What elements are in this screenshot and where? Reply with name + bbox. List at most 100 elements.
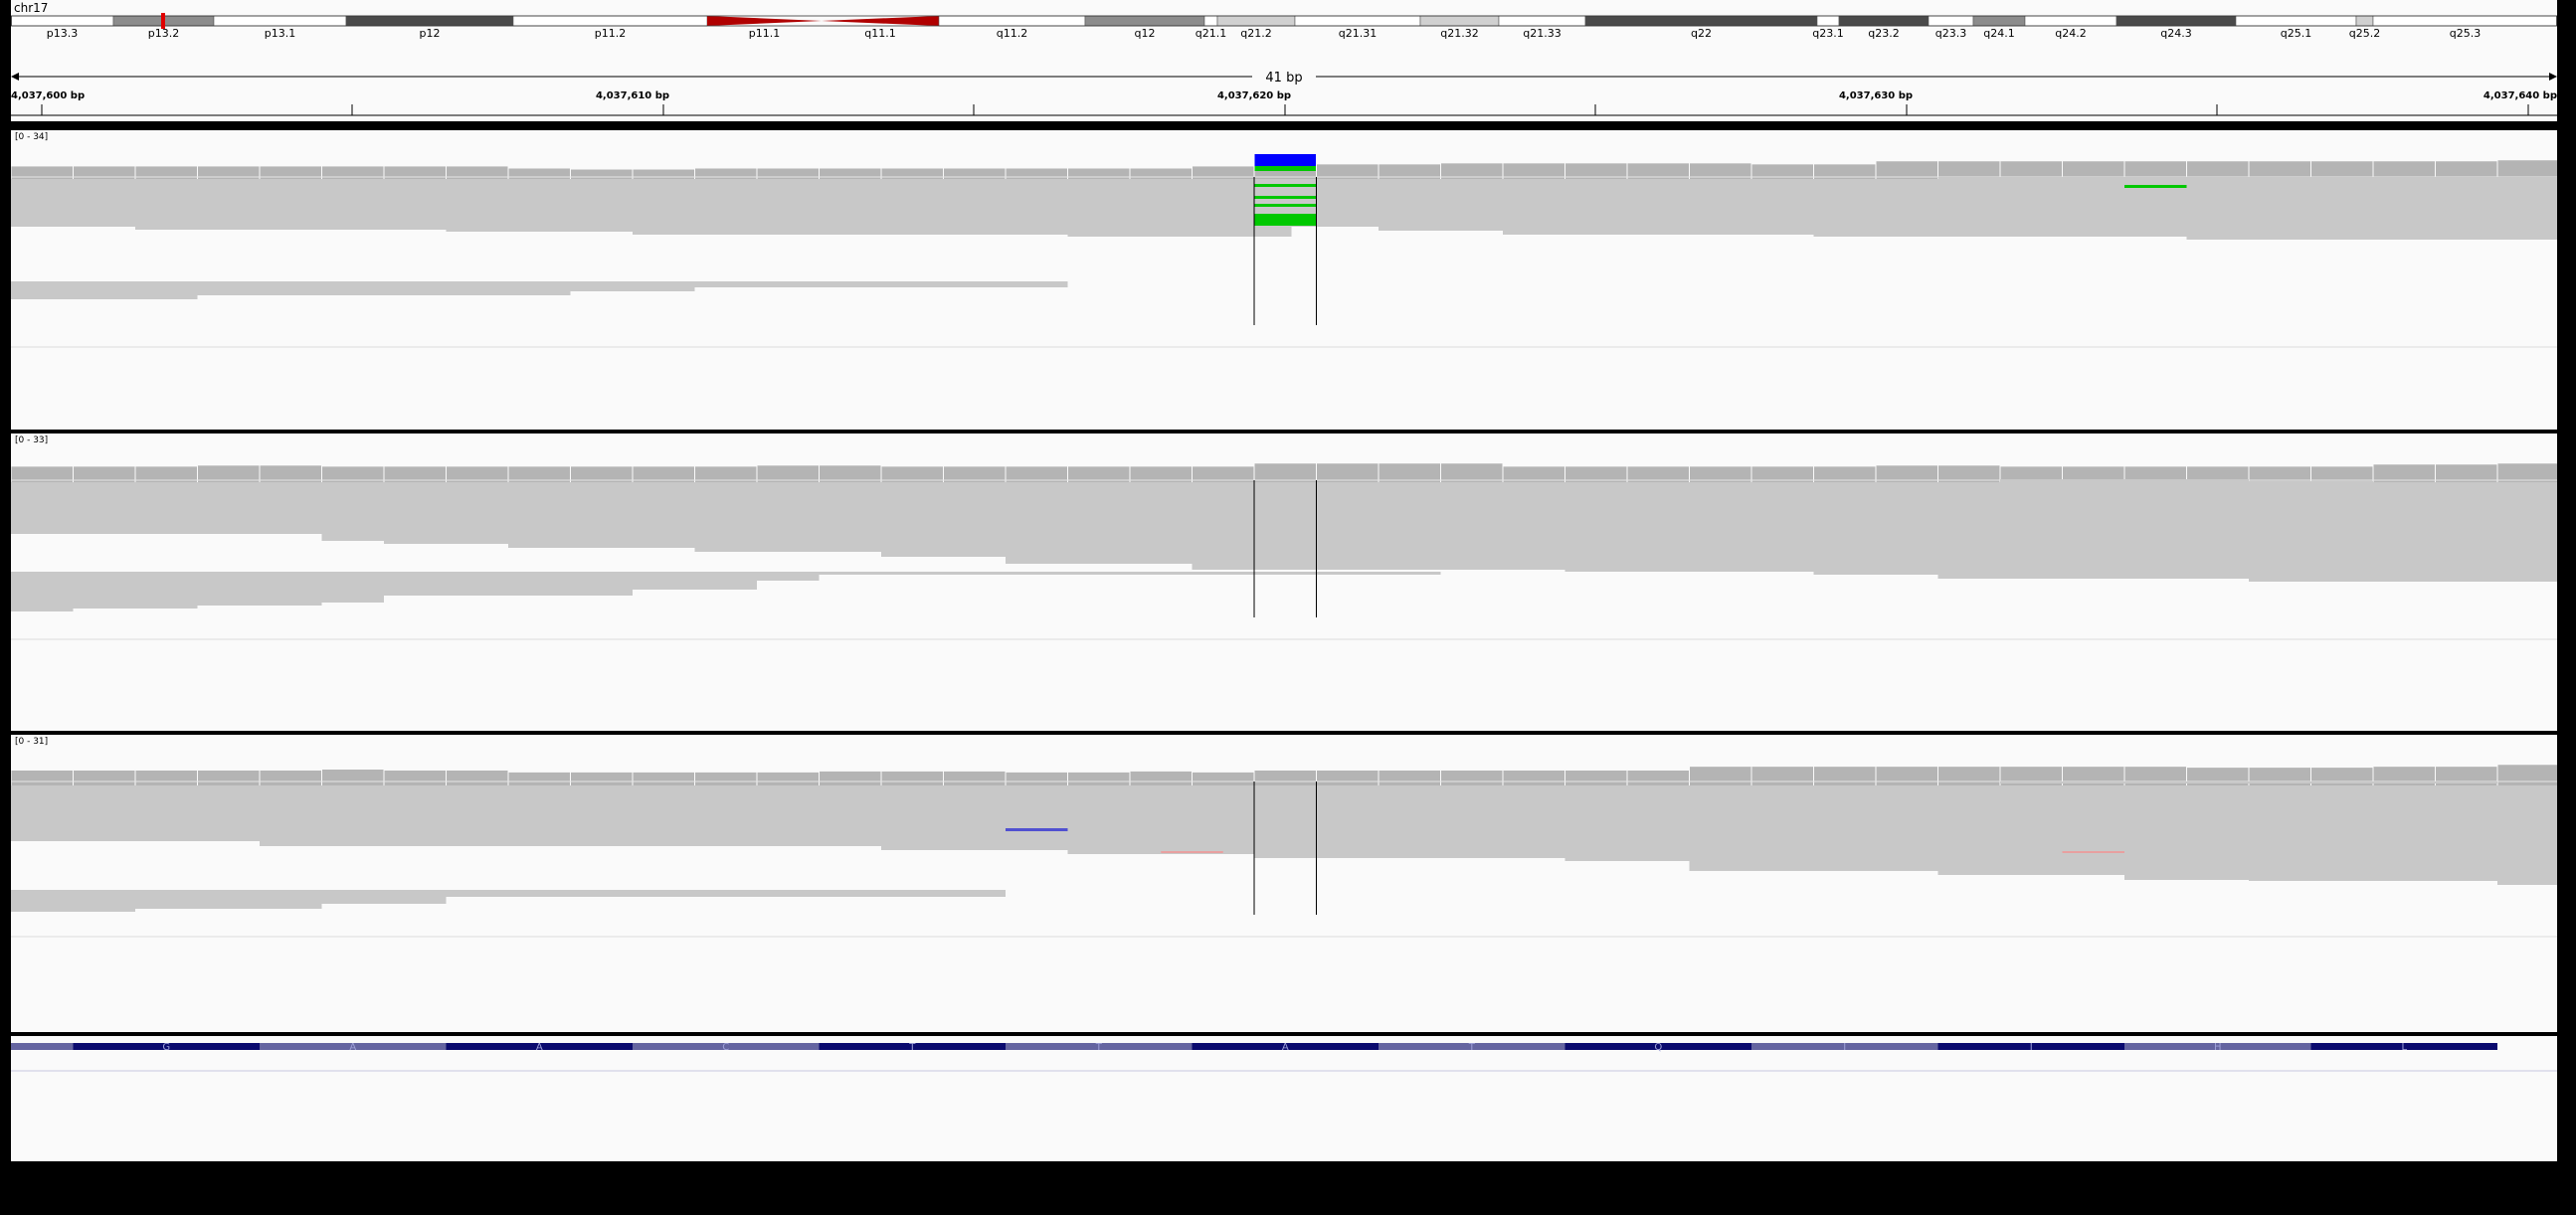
span-label: 41 bp	[1265, 71, 1302, 86]
aligned-read-block[interactable]	[384, 572, 633, 596]
aligned-read-block[interactable]	[446, 890, 1007, 897]
chromosome-ideogram[interactable]: p13.3 p13.2 p13.1 p12 p11.2 p11.1 q11.1 q11.2 q1…	[11, 13, 2557, 53]
aligned-read-block[interactable]	[2186, 179, 2558, 240]
ideogram-band	[707, 16, 822, 26]
aligned-read-block[interactable]	[1067, 179, 1292, 237]
aligned-read-block[interactable]	[11, 785, 260, 841]
header-panel: chr17 p13.3 p13.2 p13.1 p12 p11.2 p11.1 q11.1 q…	[11, 0, 2557, 121]
aligned-read-block[interactable]	[321, 890, 447, 904]
aligned-read-block[interactable]	[1564, 482, 1814, 572]
aligned-read-block[interactable]	[11, 281, 198, 299]
ideogram-band-label: q21.33	[1523, 27, 1561, 40]
aligned-read-thin[interactable]	[2062, 785, 2374, 788]
aligned-read-block[interactable]	[197, 572, 322, 606]
amino-acid-letter: T	[1095, 1042, 1103, 1053]
aligned-read-block[interactable]	[2124, 785, 2249, 880]
read-mismatch[interactable]	[1254, 220, 1317, 226]
aligned-read-block[interactable]	[321, 482, 385, 541]
ruler-tick-label: 4,037,630 bp	[1839, 90, 1913, 101]
aligned-read-block[interactable]	[11, 572, 74, 611]
aligned-read-block[interactable]	[1813, 482, 1938, 575]
aligned-read-block[interactable]	[1006, 482, 1193, 564]
ideogram-band-label: q21.32	[1440, 27, 1478, 40]
ideogram-band-label: q23.1	[1812, 27, 1843, 40]
aligned-read-block[interactable]	[694, 281, 1068, 287]
ideogram-band-label: p13.1	[265, 27, 295, 40]
ideogram-band	[1928, 15, 1974, 27]
aligned-read-block[interactable]	[11, 890, 135, 912]
aligned-read-block[interactable]	[881, 785, 1068, 850]
amino-acid-letter: I	[2030, 1042, 2033, 1053]
aligned-read-block[interactable]	[1440, 482, 1565, 570]
alignment-track-3[interactable]: [0 - 31]	[11, 735, 2557, 1032]
read-mismatch[interactable]	[1254, 184, 1317, 187]
aligned-read-block[interactable]	[135, 890, 322, 909]
aligned-read-block[interactable]	[881, 482, 1006, 557]
aligned-read-thin[interactable]	[2249, 481, 2373, 483]
ruler-tick-label: 4,037,620 bp	[1217, 90, 1291, 101]
aligned-read-thin[interactable]	[2000, 781, 2497, 783]
amino-acid-letter: A	[349, 1042, 356, 1053]
aligned-read-block[interactable]	[197, 281, 571, 295]
aligned-read-block[interactable]	[1937, 482, 2250, 579]
ideogram-band-label: q21.1	[1196, 27, 1226, 40]
aligned-read-block[interactable]	[1564, 785, 1690, 861]
aligned-read-block[interactable]	[1689, 785, 1938, 871]
read-mismatch[interactable]	[1254, 214, 1317, 220]
aligned-read-block[interactable]	[384, 482, 508, 544]
amino-acid-letter: H	[2214, 1042, 2222, 1053]
read-mismatch[interactable]	[1254, 196, 1317, 199]
alignment-track-2[interactable]: [0 - 33]	[11, 434, 2557, 731]
coverage-mismatch-C[interactable]	[1254, 166, 1317, 171]
ideogram-band	[2355, 15, 2374, 27]
amino-acid-letter: T	[1468, 1042, 1476, 1053]
ideogram-band-label: q11.1	[864, 27, 895, 40]
aligned-read-block[interactable]	[2497, 785, 2557, 885]
read-mismatch[interactable]	[1254, 204, 1317, 207]
ideogram-band	[1419, 15, 1500, 27]
aligned-read-block[interactable]	[508, 482, 695, 548]
ideogram-band	[1203, 15, 1218, 27]
ideogram-band	[1084, 15, 1205, 27]
aligned-read-block[interactable]	[1254, 785, 1565, 858]
aligned-read-thin[interactable]	[1937, 177, 2558, 179]
read-mismatch[interactable]	[2124, 185, 2187, 188]
amino-acid-letter: I	[1843, 1042, 1846, 1053]
aligned-read-block[interactable]	[694, 482, 882, 552]
coverage-mismatch-G[interactable]	[1254, 154, 1317, 166]
amino-acid-letter: C	[722, 1042, 729, 1053]
aligned-read-block[interactable]	[73, 572, 198, 608]
aligned-read-block[interactable]	[757, 572, 820, 581]
aligned-read-block[interactable]	[321, 572, 385, 603]
aligned-read-block[interactable]	[1937, 785, 2125, 875]
read-insertion[interactable]	[1006, 828, 1068, 831]
sequence-track[interactable]: GAACTTATQIIHL	[11, 1036, 2557, 1161]
ideogram-band-label: q23.2	[1868, 27, 1899, 40]
aligned-read-block[interactable]	[570, 281, 695, 291]
alignment-track-1[interactable]: [0 - 34]	[11, 130, 2557, 430]
amino-acid-partial	[11, 1043, 74, 1050]
aligned-read-block[interactable]	[2249, 785, 2497, 881]
ideogram-band-label: q24.2	[2055, 27, 2086, 40]
aligned-read-thin[interactable]	[2497, 787, 2557, 791]
aligned-read-block[interactable]	[633, 572, 757, 590]
ruler[interactable]: 41 bp 4,037,600 bp 4,037,610 bp 4,037,620 b…	[11, 62, 2557, 121]
ideogram-band	[1498, 15, 1586, 27]
ideogram-band-label: p12	[420, 27, 441, 40]
read-low-quality-mismatch[interactable]	[2062, 851, 2125, 853]
read-low-quality-mismatch[interactable]	[1161, 851, 1223, 853]
aligned-read-block[interactable]	[260, 785, 881, 846]
ideogram-band-label: q21.2	[1240, 27, 1271, 40]
ideogram-band-label: p11.1	[749, 27, 780, 40]
amino-acid-letter: T	[908, 1042, 916, 1053]
aligned-read-block[interactable]	[1067, 785, 1255, 854]
amino-acid-letter: G	[162, 1042, 170, 1053]
aligned-read-block[interactable]	[11, 482, 322, 534]
ideogram-band	[938, 15, 1086, 27]
aligned-read-block[interactable]	[2249, 482, 2557, 582]
ideogram-band	[1216, 15, 1296, 27]
aligned-read-thin[interactable]	[2000, 479, 2249, 482]
aligned-read-block[interactable]	[819, 572, 1441, 575]
ideogram-band-label: q21.31	[1339, 27, 1377, 40]
ruler-tick-label: 4,037,600 bp	[11, 90, 85, 101]
